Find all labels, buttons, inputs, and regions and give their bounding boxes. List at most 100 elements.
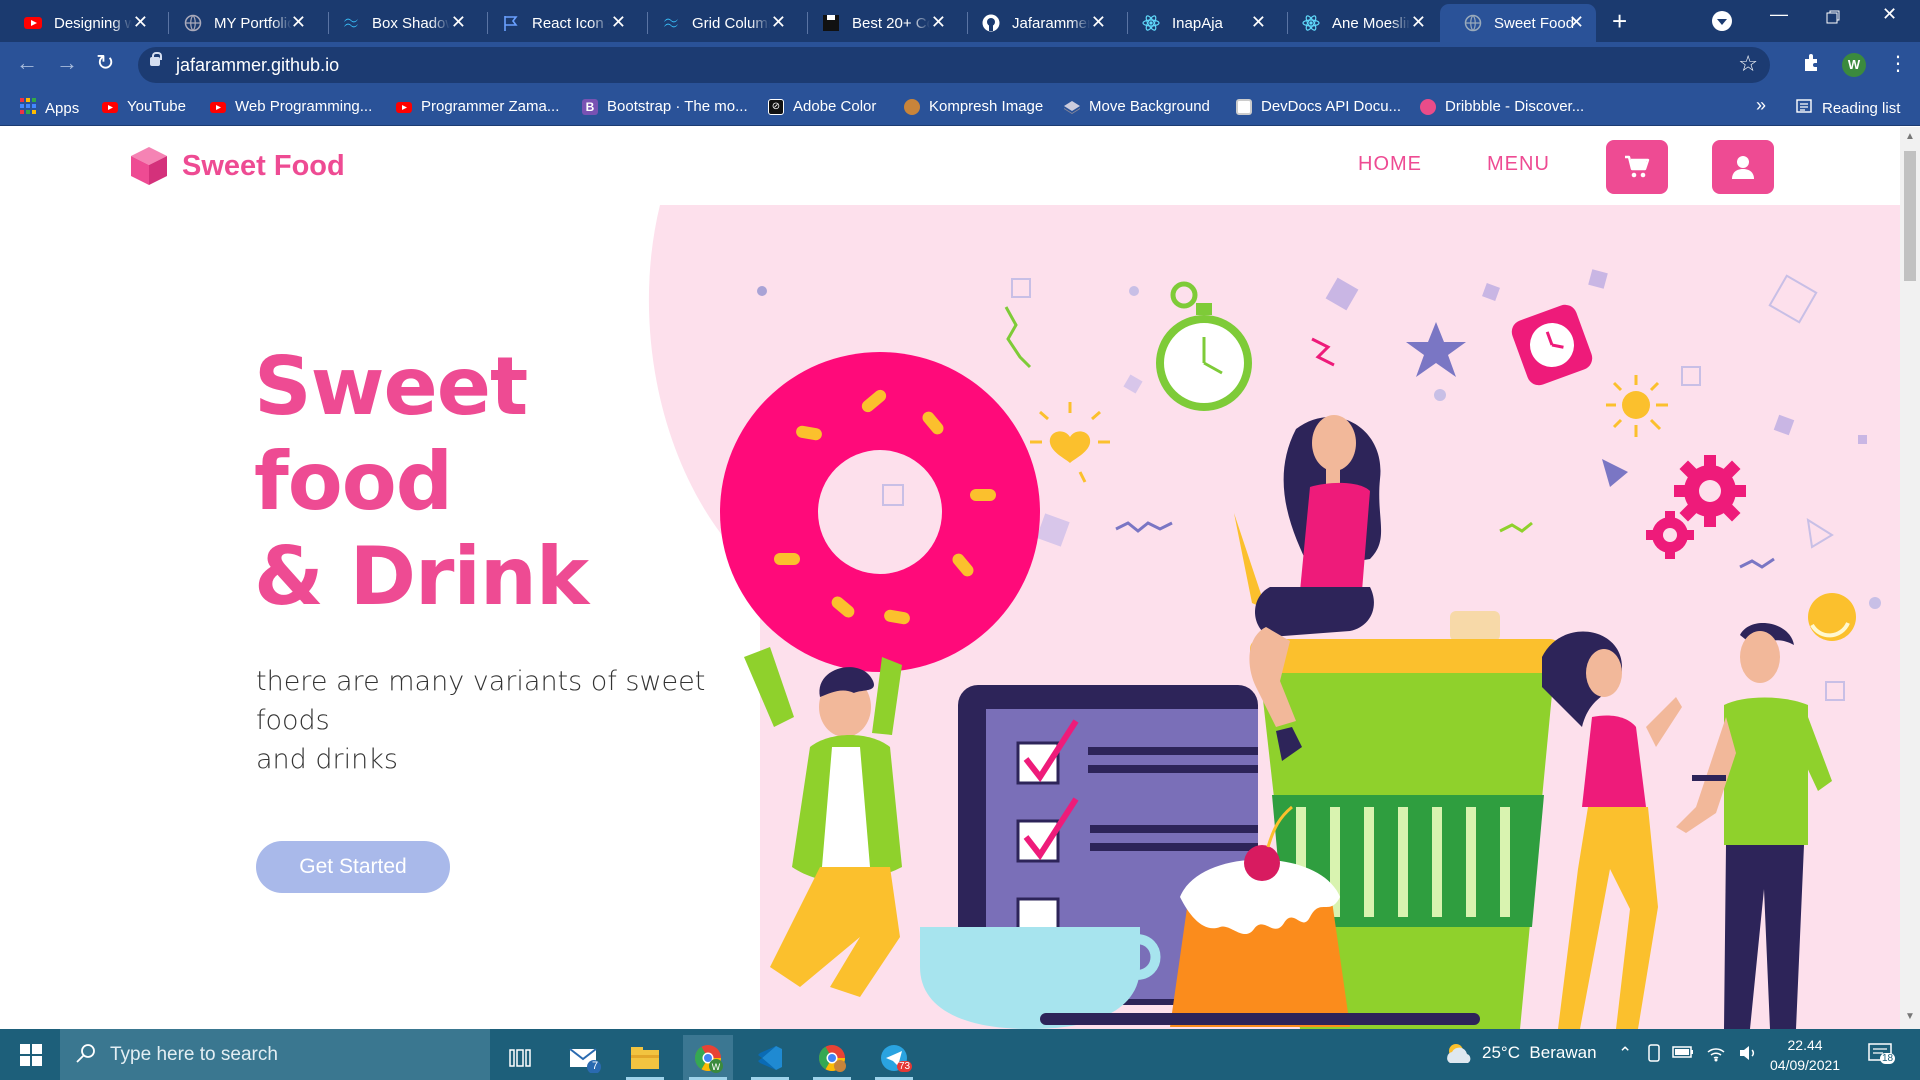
profile-avatar[interactable]: W	[1842, 53, 1866, 77]
tab-ane-moeslim[interactable]: Ane Moeslim ✕	[1278, 4, 1438, 42]
github-icon	[982, 14, 1000, 32]
mail-badge: 7	[592, 1060, 599, 1072]
url-text[interactable]: jafarammer.github.io	[176, 55, 339, 76]
tab-grid-column[interactable]: Grid Column ✕	[638, 4, 798, 42]
bookmark-kompresh-image[interactable]: Kompresh Image	[904, 98, 1043, 115]
chrome-menu-icon[interactable]: ⋮	[1888, 51, 1908, 76]
search-placeholder: Type here to search	[110, 1044, 278, 1065]
kompresh-icon	[904, 98, 920, 115]
tab-best-20[interactable]: Best 20+ Co ✕	[798, 4, 958, 42]
forward-icon[interactable]: →	[56, 50, 78, 76]
close-window-icon[interactable]: ✕	[1882, 4, 1897, 25]
volume-icon[interactable]	[1738, 1044, 1758, 1067]
reading-list-icon	[1796, 98, 1812, 118]
stopwatch-icon	[1156, 281, 1252, 411]
boy-figure	[744, 647, 902, 997]
scroll-up-icon[interactable]: ▲	[1905, 131, 1915, 142]
taskbar-search-box[interactable]: Type here to search	[60, 1029, 490, 1080]
tab-close-icon[interactable]: ✕	[771, 13, 786, 31]
globe-icon	[184, 14, 202, 32]
tab-close-icon[interactable]: ✕	[1569, 13, 1584, 31]
back-icon[interactable]: ←	[16, 50, 38, 76]
wifi-icon[interactable]	[1706, 1044, 1726, 1067]
nav-home-link[interactable]: HOME	[1358, 153, 1422, 176]
reading-list-button[interactable]: Reading list	[1796, 98, 1900, 118]
cart-icon	[1625, 155, 1650, 178]
bookmarks-overflow-button[interactable]: »	[1756, 95, 1766, 116]
page-scrollbar[interactable]: ▲ ▼	[1900, 127, 1920, 1029]
tab-designing[interactable]: Designing w ✕	[0, 4, 160, 42]
vscode-icon[interactable]	[745, 1035, 795, 1080]
address-bar[interactable]: jafarammer.github.io ☆	[138, 47, 1770, 83]
hero-title: Sweet food & Drink	[254, 340, 589, 623]
tab-close-icon[interactable]: ✕	[1411, 13, 1426, 31]
bookmark-programmer-zaman[interactable]: Programmer Zama...	[396, 98, 559, 115]
bootstrap-icon: B	[582, 98, 598, 115]
bookmark-star-icon[interactable]: ☆	[1738, 51, 1758, 77]
weather-widget[interactable]: 25°C Berawan	[1444, 1041, 1597, 1065]
windows-start-icon[interactable]	[20, 1044, 42, 1066]
youtube-icon	[102, 99, 118, 115]
task-view-icon[interactable]	[495, 1035, 545, 1080]
cart-button[interactable]	[1606, 140, 1668, 194]
tab-jafarammer[interactable]: Jafarammer ✕	[958, 4, 1118, 42]
bookmark-bootstrap[interactable]: B Bootstrap · The mo...	[582, 98, 748, 115]
bookmark-youtube[interactable]: YouTube	[102, 98, 186, 115]
tab-box-shadow[interactable]: Box Shadow ✕	[318, 4, 478, 42]
browser-toolbar: ← → ↻ jafarammer.github.io ☆ W ⋮	[0, 42, 1920, 88]
mail-app-icon[interactable]: 7	[560, 1035, 610, 1080]
notification-center-icon[interactable]: 18	[1868, 1043, 1896, 1070]
reload-icon[interactable]: ↻	[96, 50, 114, 76]
tab-search-icon[interactable]	[1712, 11, 1732, 31]
tab-inapaja[interactable]: InapAja ✕	[1118, 4, 1278, 42]
bookmark-apps[interactable]: Apps	[20, 98, 79, 118]
battery-icon[interactable]	[1672, 1044, 1694, 1064]
system-clock[interactable]: 22.44 04/09/2021	[1770, 1035, 1840, 1075]
bookmark-dribbble[interactable]: Dribbble - Discover...	[1420, 98, 1584, 115]
gear-icon	[1646, 455, 1746, 559]
react-icon	[1142, 14, 1160, 32]
bookmark-move-background[interactable]: Move Background	[1064, 98, 1210, 115]
dark-square-icon	[822, 14, 840, 32]
windows-taskbar: Type here to search 7 W 73 25°C Berawan …	[0, 1029, 1920, 1080]
nav-menu-link[interactable]: MENU	[1487, 153, 1550, 176]
svg-text:W: W	[712, 1063, 721, 1073]
devdocs-icon	[1236, 98, 1252, 115]
tray-chevron-icon[interactable]: ⌃	[1618, 1044, 1632, 1064]
bookmark-devdocs[interactable]: DevDocs API Docu...	[1236, 98, 1401, 115]
device-icon[interactable]	[1646, 1044, 1662, 1067]
heart-sun-decoration	[1030, 402, 1110, 483]
user-account-button[interactable]	[1712, 140, 1774, 194]
tab-sweet-food[interactable]: Sweet Food ✕	[1440, 4, 1596, 42]
bookmarks-bar: Apps YouTube Web Programming... Programm…	[0, 88, 1920, 126]
file-explorer-icon[interactable]	[620, 1035, 670, 1080]
chrome-profile-w-icon[interactable]: W	[683, 1035, 733, 1080]
scrollbar-thumb[interactable]	[1904, 151, 1916, 281]
lock-icon[interactable]	[150, 52, 162, 66]
cube-logo-icon	[131, 147, 167, 185]
telegram-icon[interactable]: 73	[869, 1035, 919, 1080]
lemon-slice-decoration	[1808, 593, 1856, 641]
tab-close-icon[interactable]: ✕	[451, 13, 466, 31]
bookmark-web-programming[interactable]: Web Programming...	[210, 98, 372, 115]
tab-close-icon[interactable]: ✕	[291, 13, 306, 31]
chrome-icon[interactable]	[807, 1035, 857, 1080]
search-icon	[76, 1043, 96, 1069]
tab-close-icon[interactable]: ✕	[611, 13, 626, 31]
extensions-icon[interactable]	[1802, 52, 1822, 78]
restore-icon[interactable]	[1826, 8, 1840, 29]
tab-close-icon[interactable]: ✕	[931, 13, 946, 31]
tab-close-icon[interactable]: ✕	[1251, 13, 1266, 31]
scroll-down-icon[interactable]: ▼	[1905, 1011, 1915, 1022]
tab-close-icon[interactable]: ✕	[1091, 13, 1106, 31]
new-tab-button[interactable]: +	[1612, 6, 1627, 37]
tab-close-icon[interactable]: ✕	[133, 13, 148, 31]
get-started-button[interactable]: Get Started	[256, 841, 450, 893]
minimize-icon[interactable]: —	[1770, 4, 1788, 25]
site-navbar: Sweet Food HOME MENU	[0, 127, 1900, 205]
telegram-badge: 73	[897, 1061, 913, 1072]
tab-react-icon[interactable]: React Icon - ✕	[478, 4, 638, 42]
tab-my-portfolio[interactable]: MY Portfolio ✕	[160, 4, 318, 42]
site-logo[interactable]: Sweet Food	[128, 145, 345, 187]
bookmark-adobe-color[interactable]: ⊘ Adobe Color	[768, 98, 876, 115]
